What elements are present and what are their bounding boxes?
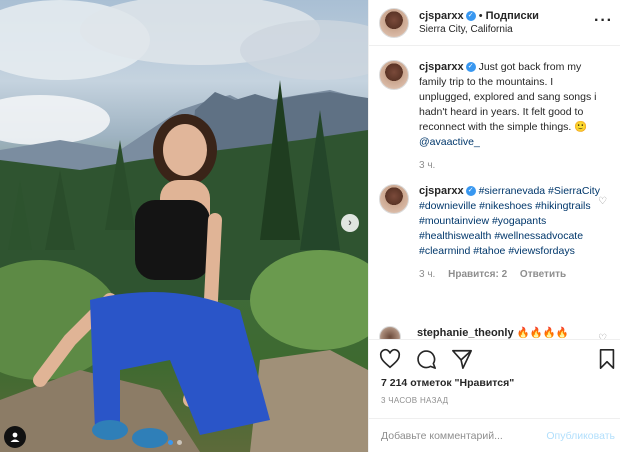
hashtag-comment: cjsparxx ✓ #sierranevada #SierraCity #dow…	[379, 184, 605, 282]
next-slide-button[interactable]: ›	[341, 214, 359, 232]
verified-icon: ✓	[465, 11, 476, 22]
like-comment-heart-icon[interactable]: ♡	[598, 196, 607, 207]
location-link[interactable]: Sierra City, California	[419, 24, 539, 35]
hashtag-link[interactable]: #wellnessadvocate	[494, 230, 583, 242]
user-tag-icon	[10, 432, 20, 442]
post-timestamp[interactable]: 3 ЧАСОВ НАЗАД	[381, 396, 448, 405]
verified-icon: ✓	[465, 186, 476, 197]
hashtag-link[interactable]: #tahoe	[473, 245, 505, 257]
caption-username[interactable]: cjsparxx	[419, 61, 464, 73]
verified-icon: ✓	[465, 62, 476, 73]
caption-mention[interactable]: @avaactive_	[419, 136, 480, 148]
like-heart-icon[interactable]	[379, 348, 401, 370]
post-photo	[0, 0, 368, 452]
hashtag-link[interactable]: #downieville	[419, 200, 476, 212]
carousel-dots	[168, 440, 182, 445]
hashtag-link[interactable]: #clearmind	[419, 245, 470, 257]
hashtag-link[interactable]: #sierranevada	[479, 185, 546, 197]
post-side-panel: cjsparxx ✓ • Подписки Sierra City, Califo…	[368, 0, 620, 452]
caption-time[interactable]: 3 ч.	[419, 160, 435, 171]
post-header: cjsparxx ✓ • Подписки Sierra City, Califo…	[369, 0, 620, 46]
hashtag-link[interactable]: #healthiswealth	[419, 230, 491, 242]
comments-list[interactable]: cjsparxx ✓ Just got back from my family t…	[369, 46, 620, 339]
comment-username[interactable]: cjsparxx	[419, 185, 464, 197]
caption-comment: cjsparxx ✓ Just got back from my family t…	[379, 60, 605, 173]
hashtag-link[interactable]: #hikingtrails	[535, 200, 590, 212]
add-comment-bar: Опубликовать	[369, 418, 620, 452]
post-actions: 7 214 отметок "Нравится" 3 ЧАСОВ НАЗАД О…	[369, 339, 620, 452]
user-tag-button[interactable]	[4, 426, 26, 448]
comment-time[interactable]: 3 ч.	[419, 269, 435, 280]
follow-button[interactable]: Подписки	[486, 10, 539, 22]
chevron-right-icon: ›	[348, 217, 352, 229]
carousel-dot	[177, 440, 182, 445]
carousel-dot-active	[168, 440, 173, 445]
avatar[interactable]	[379, 7, 409, 38]
avatar[interactable]	[379, 326, 401, 339]
comment-username[interactable]: stephanie_theonly	[417, 327, 514, 339]
publish-button[interactable]: Опубликовать	[546, 430, 615, 442]
comment-likes[interactable]: Нравится: 2	[448, 269, 507, 280]
hashtag-link[interactable]: #nikeshoes	[479, 200, 532, 212]
header-separator: •	[475, 10, 486, 22]
comment-item: stephanie_theonly 🔥🔥🔥🔥	[379, 326, 603, 339]
bookmark-icon[interactable]	[597, 348, 617, 370]
avatar[interactable]	[379, 60, 409, 90]
comment-text: 🔥🔥🔥🔥	[516, 327, 569, 339]
hashtag-link[interactable]: #mountainview	[419, 215, 489, 227]
header-username[interactable]: cjsparxx	[419, 10, 464, 22]
post-media[interactable]: ›	[0, 0, 368, 452]
likes-count[interactable]: 7 214 отметок "Нравится"	[381, 377, 514, 389]
share-send-icon[interactable]	[451, 348, 473, 370]
hashtag-link[interactable]: #SierraCity	[548, 185, 600, 197]
more-options-icon[interactable]: ···	[594, 12, 613, 30]
reply-button[interactable]: Ответить	[520, 269, 566, 280]
hashtag-link[interactable]: #yogapants	[492, 215, 546, 227]
hashtag-link[interactable]: #viewsfordays	[508, 245, 575, 257]
avatar[interactable]	[379, 184, 409, 214]
comment-bubble-icon[interactable]	[415, 348, 437, 370]
comment-input[interactable]	[381, 430, 541, 442]
